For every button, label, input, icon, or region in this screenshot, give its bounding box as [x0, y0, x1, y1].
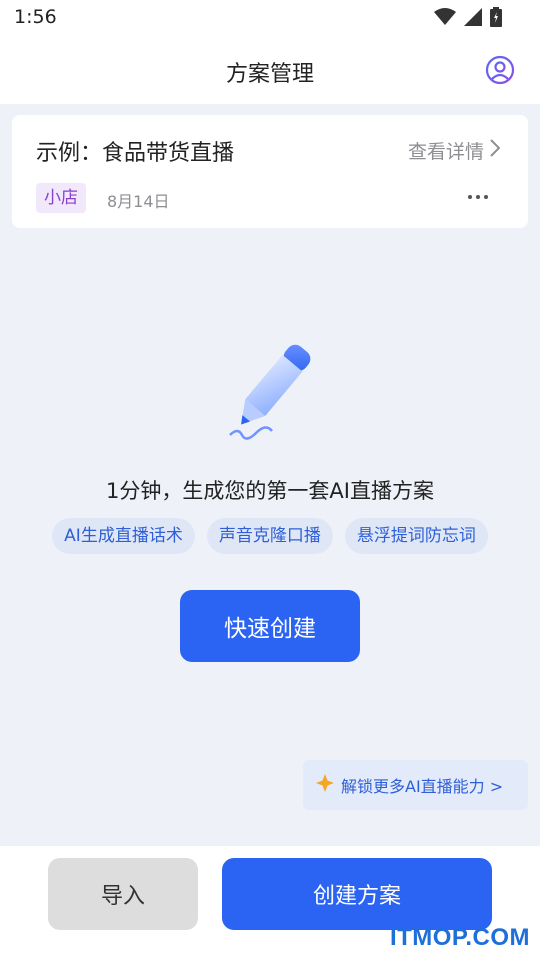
- user-circle-icon[interactable]: [484, 54, 516, 86]
- chevron-right-icon: [490, 139, 501, 162]
- unlock-label: 解锁更多AI直播能力 >: [341, 777, 504, 796]
- more-options-icon[interactable]: [468, 191, 492, 203]
- bottom-action-bar: 导入 创建方案 ITMOP.COM: [0, 846, 540, 960]
- feature-tag: 悬浮提词防忘词: [344, 518, 488, 554]
- shop-tag: 小店: [36, 183, 86, 213]
- status-time: 1:56: [14, 6, 57, 28]
- unlock-ai-features-banner[interactable]: 解锁更多AI直播能力 >: [303, 760, 528, 810]
- status-bar: 1:56: [0, 0, 540, 38]
- pen-icon: [210, 335, 325, 450]
- feature-tags: AI生成直播话术 声音克隆口播 悬浮提词防忘词: [0, 518, 540, 554]
- feature-tag: 声音克隆口播: [206, 518, 333, 554]
- wifi-icon: [434, 8, 456, 30]
- quick-create-button[interactable]: 快速创建: [180, 590, 360, 662]
- signal-icon: [464, 8, 482, 30]
- app-header: 方案管理: [0, 38, 540, 104]
- import-button[interactable]: 导入: [48, 858, 198, 930]
- view-details-link[interactable]: 查看详情: [407, 137, 501, 164]
- feature-tag: AI生成直播话术: [52, 518, 195, 554]
- sparkle-icon: [315, 773, 335, 797]
- watermark: ITMOP.COM: [389, 924, 530, 951]
- status-icons: [434, 7, 502, 31]
- plan-date: 8月14日: [107, 192, 170, 211]
- empty-state-headline: 1分钟，生成您的第一套AI直播方案: [106, 479, 434, 503]
- page-title: 方案管理: [225, 62, 314, 87]
- plan-title: 示例：食品带货直播: [36, 141, 235, 166]
- create-plan-button[interactable]: 创建方案: [222, 858, 492, 930]
- battery-icon: [490, 7, 502, 31]
- plan-card[interactable]: 示例：食品带货直播 查看详情 小店 8月14日: [12, 115, 528, 228]
- view-details-label: 查看详情: [407, 141, 484, 163]
